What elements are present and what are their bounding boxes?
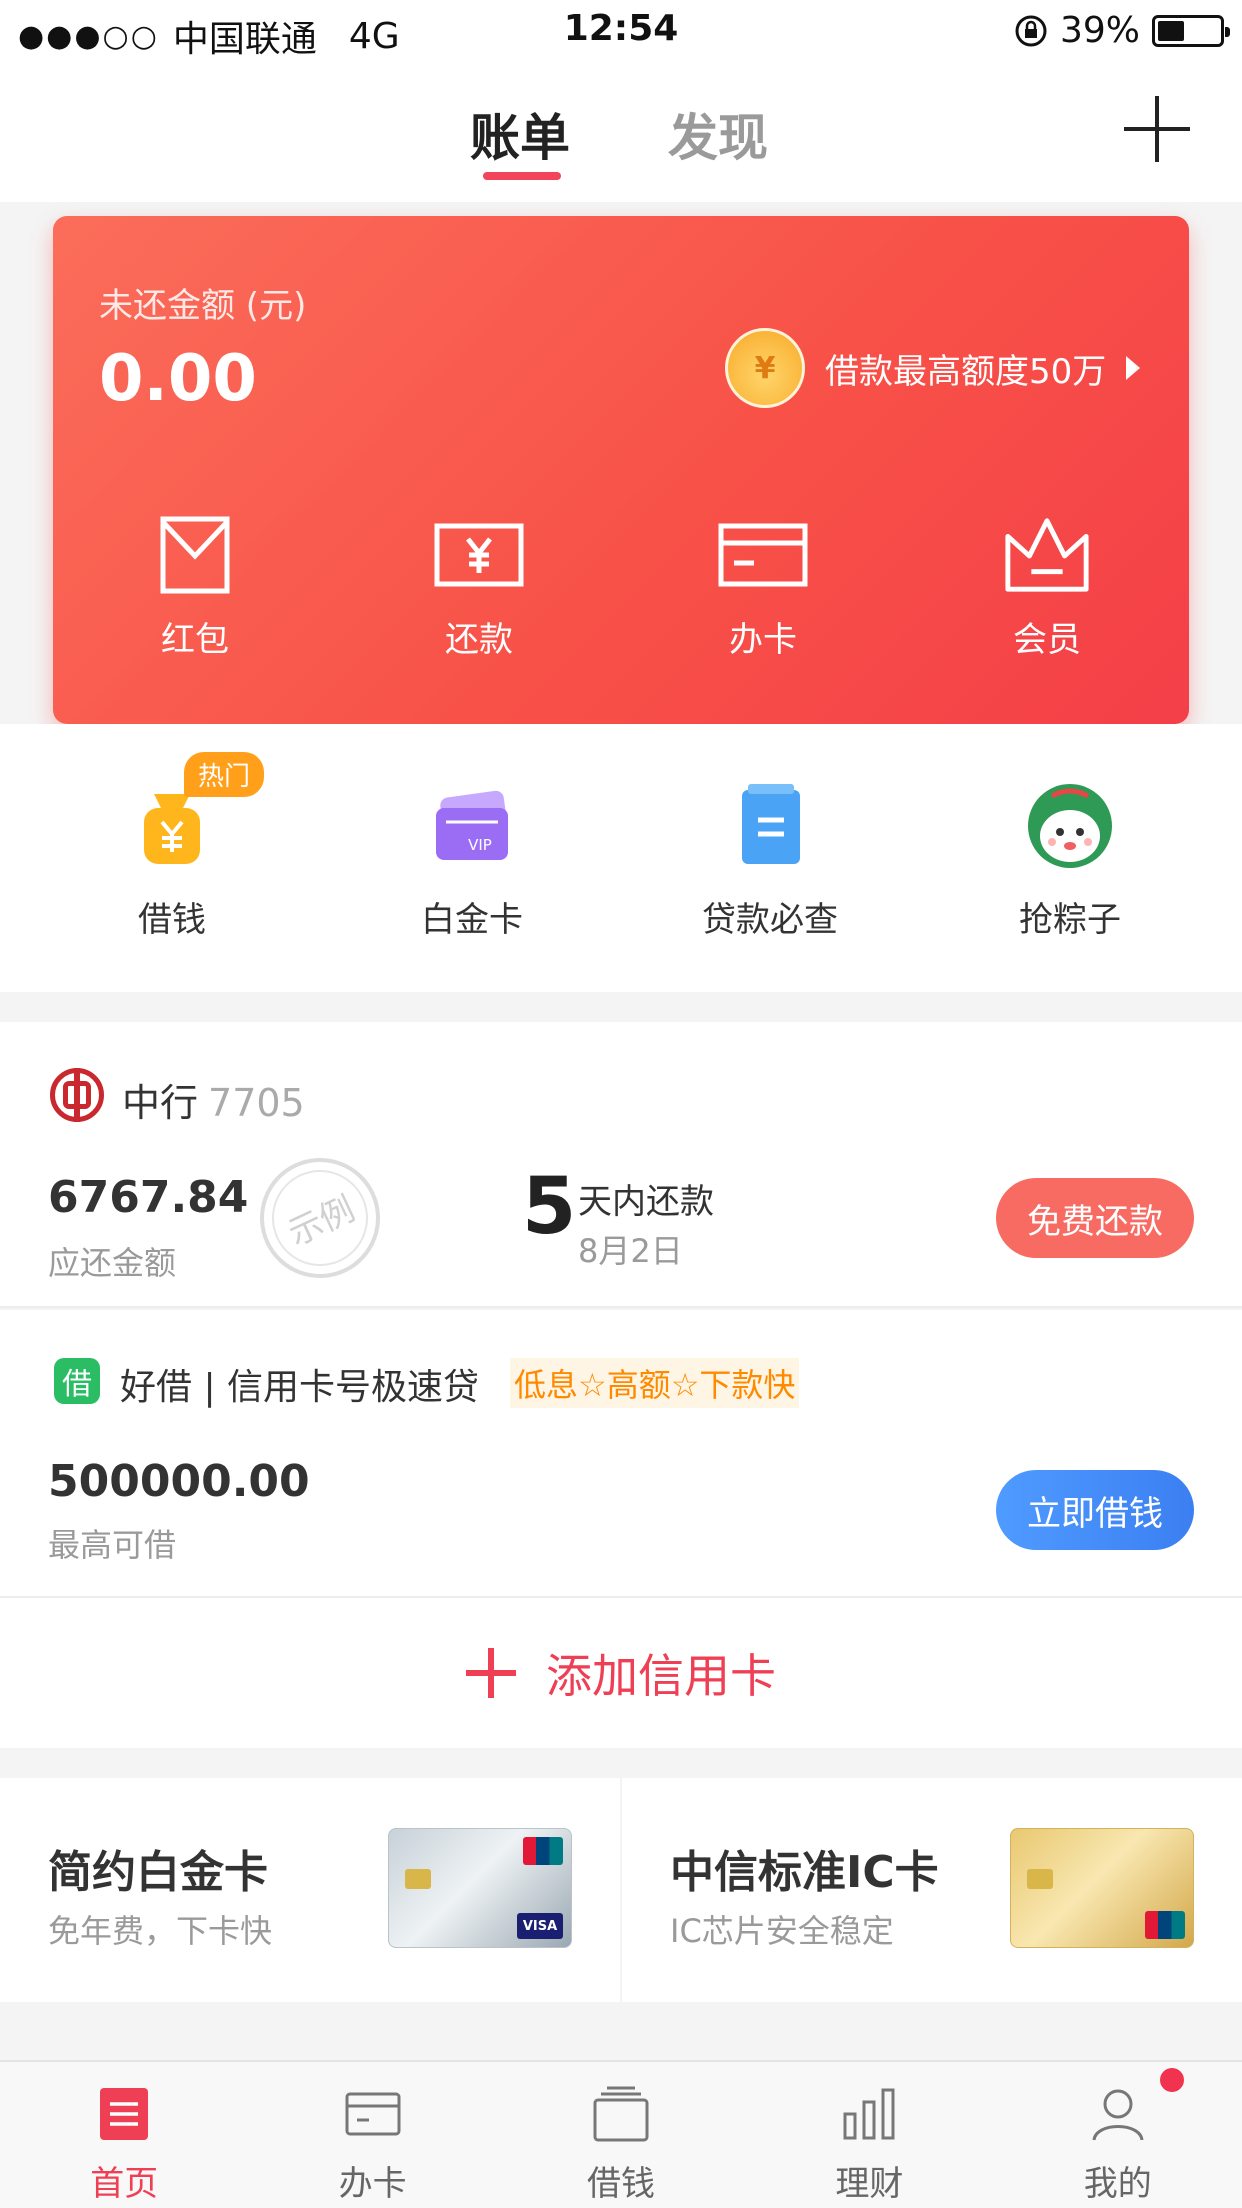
quick-label: 贷款必查 (702, 900, 838, 940)
zongzi-icon (1022, 780, 1118, 870)
quick-label: 抢粽子 (1019, 900, 1121, 940)
yen-bill-icon (434, 516, 524, 594)
tab-label: 理财 (835, 2164, 904, 2204)
quick-borrow[interactable]: 热门 借钱 (22, 752, 322, 941)
plus-icon (466, 1648, 516, 1698)
tab-apply-card[interactable]: 办卡 (248, 2062, 496, 2208)
tab-label: 办卡 (338, 2164, 407, 2204)
clipboard-icon (722, 780, 818, 870)
promo-title: 简约白金卡 (48, 1847, 268, 1898)
haojie-logo-icon: 借 (54, 1358, 100, 1404)
tab-borrow[interactable]: 借钱 (497, 2062, 745, 2208)
bank-of-china-logo-icon (50, 1068, 104, 1122)
loan-amount: 500000.00 (48, 1456, 310, 1507)
vip-card-icon: VIP (424, 780, 520, 870)
promo-subtitle: IC芯片安全稳定 (670, 1912, 894, 1950)
unpaid-amount-label: 未还金额 (元) (99, 286, 307, 326)
citic-card-image (1010, 1828, 1194, 1948)
battery-percent: 39% (1059, 10, 1140, 51)
wallet-stack-icon (593, 2086, 649, 2142)
due-date: 8月2日 (578, 1232, 683, 1270)
home-list-icon (96, 2086, 152, 2142)
tab-bill[interactable]: 账单 (470, 98, 570, 170)
sample-stamp: 示例 (240, 1138, 400, 1298)
visa-logo-icon: VISA (517, 1913, 563, 1939)
quick-loan-check[interactable]: 贷款必查 (620, 780, 920, 941)
card-actions: 红包 还款 办卡 会员 (53, 516, 1189, 661)
bar-chart-icon (841, 2086, 897, 2142)
loan-limit-text: 借款最高额度50万 (825, 351, 1107, 392)
promo-subtitle: 免年费，下卡快 (48, 1912, 273, 1950)
summary-card: 未还金额 (元) 0.00 ¥ 借款最高额度50万 红包 还款 办卡 会员 (53, 216, 1189, 724)
action-label: 办卡 (729, 620, 797, 660)
action-membership[interactable]: 会员 (905, 516, 1189, 661)
top-nav: 账单 发现 (0, 62, 1242, 202)
loan-limit-promo[interactable]: ¥ 借款最高额度50万 (725, 328, 1141, 408)
hot-badge: 热门 (184, 752, 265, 797)
add-credit-card-button[interactable]: 添加信用卡 (0, 1598, 1242, 1748)
promo-card-platinum[interactable]: 简约白金卡 免年费，下卡快 VISA (0, 1778, 620, 2002)
days-remaining: 5 (522, 1162, 577, 1252)
action-label: 红包 (161, 620, 229, 660)
piggy-bank-icon: ¥ (725, 328, 805, 408)
rotation-lock-icon (1015, 15, 1047, 46)
platinum-card-image: VISA (388, 1828, 572, 1948)
action-label: 还款 (445, 620, 513, 660)
status-right: 39% (1014, 10, 1230, 51)
divider (0, 1306, 1242, 1308)
action-red-packet[interactable]: 红包 (53, 516, 337, 661)
bank-name-text: 中行 (122, 1081, 199, 1125)
money-bag-icon: 热门 (124, 752, 265, 870)
crown-icon (1002, 516, 1092, 594)
tab-finance[interactable]: 理财 (745, 2062, 993, 2208)
unpaid-amount-value: 0.00 (99, 342, 257, 416)
unionpay-logo-icon (523, 1837, 563, 1865)
plus-icon[interactable] (1124, 96, 1190, 162)
quick-functions: 热门 借钱 VIP 白金卡 贷款必查 抢粽子 (0, 724, 1242, 992)
quick-zongzi[interactable]: 抢粽子 (920, 780, 1220, 941)
promo-title: 中信标准IC卡 (670, 1847, 939, 1898)
tab-mine[interactable]: 我的 (994, 2062, 1242, 2208)
loan-offer-section[interactable]: 借 好借 | 信用卡号极速贷 低息☆高额☆下款快 500000.00 最高可借 … (0, 1310, 1242, 1598)
loan-tag: 低息☆高额☆下款快 (510, 1358, 800, 1408)
bank-bill-section[interactable]: 中行 7705 6767.84 应还金额 示例 5 天内还款 8月2日 免费还款 (0, 1022, 1242, 1308)
active-tab-indicator (483, 172, 561, 180)
tab-label: 首页 (90, 2164, 159, 2204)
envelope-icon (150, 516, 240, 594)
card-tail-number: 7705 (208, 1081, 305, 1125)
loan-amount-label: 最高可借 (48, 1526, 177, 1564)
notification-dot (1160, 2068, 1184, 2092)
bank-name: 中行 7705 (122, 1072, 305, 1127)
days-label: 天内还款 (578, 1182, 714, 1222)
tab-label: 我的 (1083, 2164, 1152, 2204)
quick-label: 借钱 (138, 900, 206, 940)
svg-text:VIP: VIP (468, 836, 492, 854)
person-icon (1090, 2086, 1146, 2142)
play-arrow-icon (1126, 356, 1141, 380)
battery-icon (1152, 14, 1230, 47)
bottom-tab-bar: 首页 办卡 借钱 理财 我的 (0, 2060, 1242, 2208)
action-repay[interactable]: 还款 (337, 516, 621, 661)
card-chip-icon (405, 1869, 431, 1889)
unionpay-logo-icon (1145, 1911, 1185, 1939)
quick-platinum-card[interactable]: VIP 白金卡 (322, 780, 622, 941)
due-amount: 6767.84 (48, 1172, 249, 1223)
add-card-label: 添加信用卡 (546, 1649, 776, 1703)
borrow-now-button[interactable]: 立即借钱 (996, 1470, 1194, 1550)
action-apply-card[interactable]: 办卡 (621, 516, 905, 661)
card-icon (345, 2086, 401, 2142)
status-bar: ●●●○○ 中国联通 4G 12:54 39% (0, 0, 1242, 62)
card-chip-icon (1027, 1869, 1053, 1889)
tab-discover[interactable]: 发现 (668, 98, 768, 170)
action-label: 会员 (1013, 620, 1081, 660)
tab-label: 借钱 (586, 2164, 655, 2204)
promo-card-citic[interactable]: 中信标准IC卡 IC芯片安全稳定 (622, 1778, 1242, 2002)
free-repay-button[interactable]: 免费还款 (996, 1178, 1194, 1258)
due-amount-label: 应还金额 (48, 1244, 177, 1282)
tab-home[interactable]: 首页 (0, 2062, 248, 2208)
quick-label: 白金卡 (421, 900, 523, 940)
loan-title: 好借 | 信用卡号极速贷 (120, 1367, 480, 1408)
card-icon (718, 516, 808, 594)
